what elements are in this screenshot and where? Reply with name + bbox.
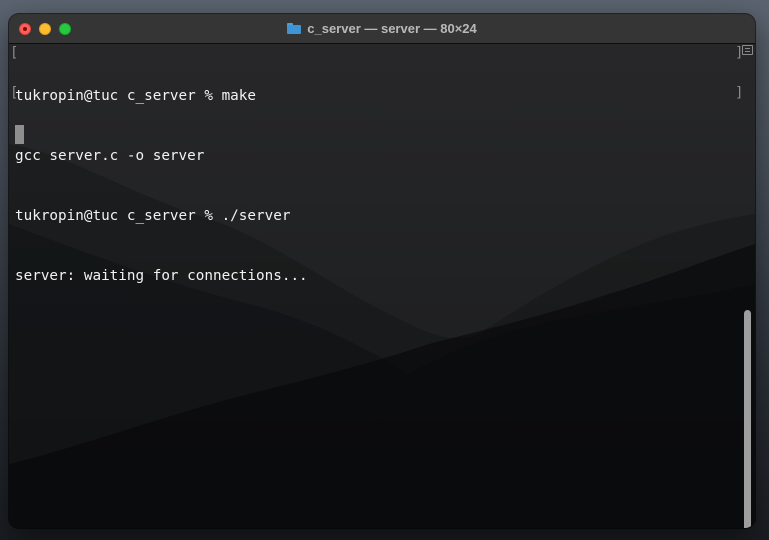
terminal-window: c_server — server — 80×24 [ ] [ ] tukrop… <box>9 14 755 528</box>
line-bracket-right: ] <box>735 85 744 101</box>
folder-icon <box>287 23 302 34</box>
terminal-line: server: waiting for connections... <box>15 268 308 284</box>
terminal-content[interactable]: [ ] [ ] tukropin@tuc c_server % make gcc… <box>9 44 755 528</box>
scrollbar-thumb[interactable] <box>744 310 751 528</box>
terminal-output: tukropin@tuc c_server % make gcc server.… <box>15 46 308 326</box>
title-bar[interactable]: c_server — server — 80×24 <box>9 14 755 44</box>
terminal-line: gcc server.c -o server <box>15 148 205 164</box>
text-cursor <box>15 125 24 144</box>
terminal-line: tukropin@tuc c_server % ./server <box>15 208 291 224</box>
window-title-group: c_server — server — 80×24 <box>9 14 755 43</box>
window-title: c_server — server — 80×24 <box>307 21 477 36</box>
split-pane-icon[interactable] <box>742 45 753 55</box>
terminal-line: tukropin@tuc c_server % make <box>15 88 257 104</box>
